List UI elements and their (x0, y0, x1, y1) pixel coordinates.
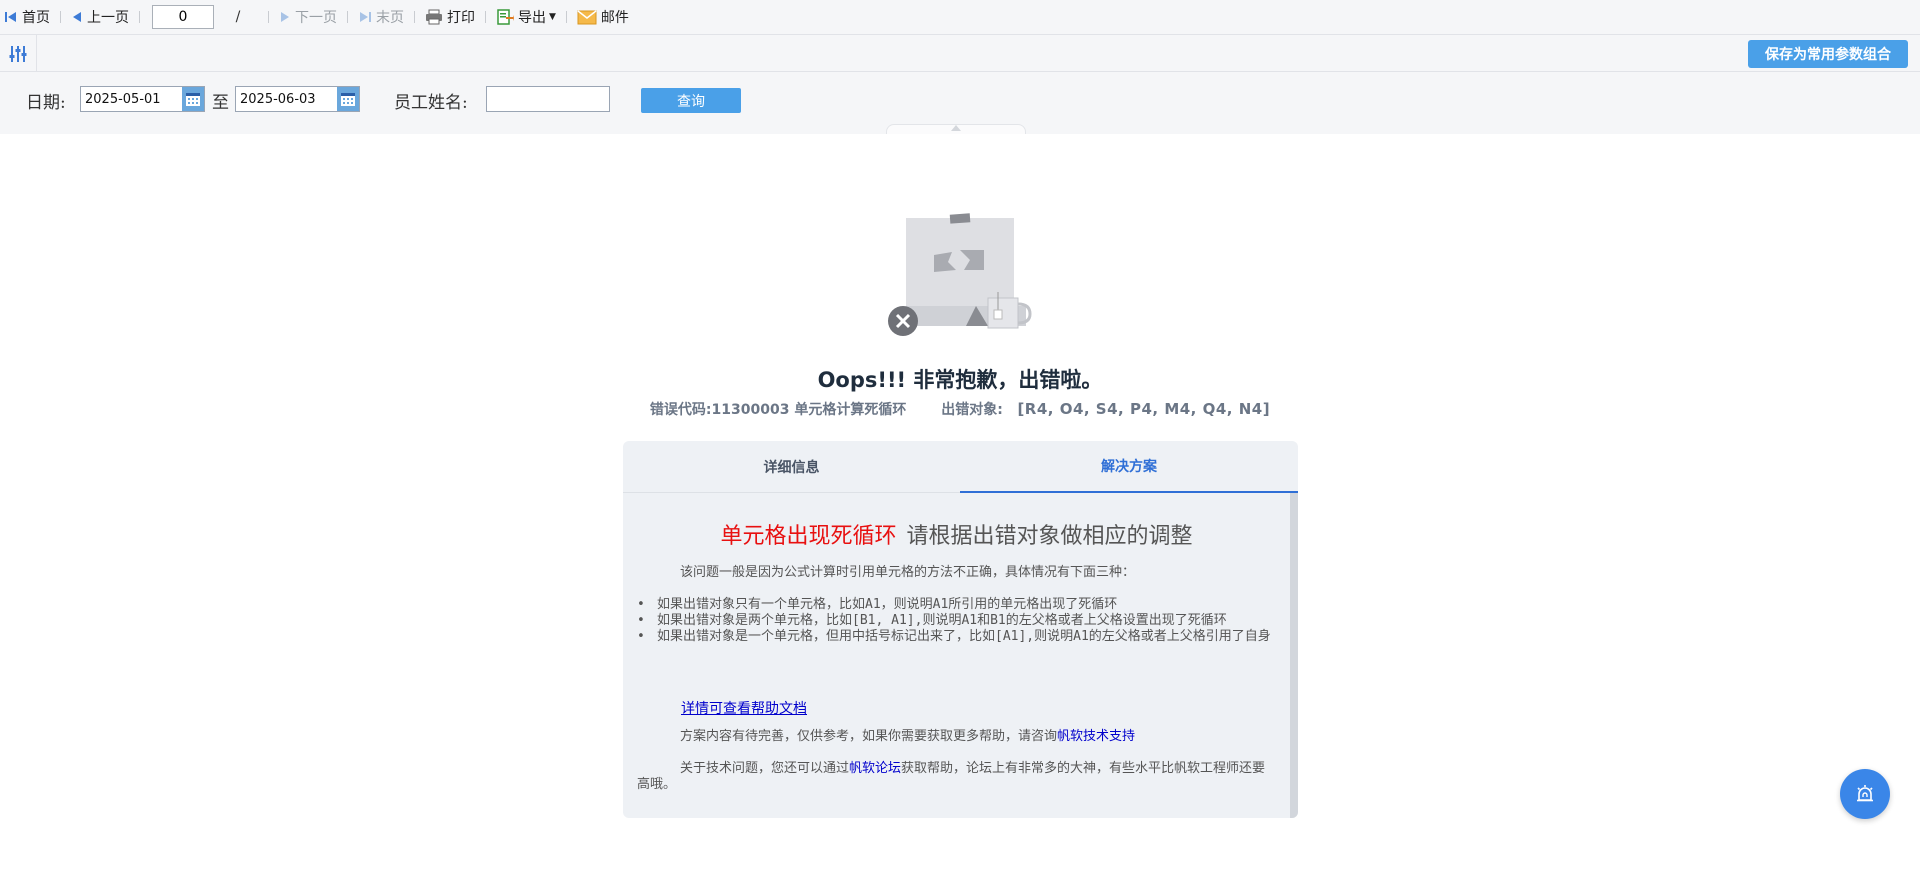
last-page-icon (360, 12, 371, 22)
support-text: 方案内容有待完善，仅供参考，如果你需要获取更多帮助，请咨询 (680, 729, 1058, 744)
employee-name-input[interactable] (486, 86, 610, 112)
floating-alarm-button[interactable] (1840, 769, 1890, 819)
page-total-separator: / (235, 9, 241, 25)
last-page-button[interactable]: 末页 (354, 0, 408, 35)
next-page-icon (281, 12, 289, 22)
solution-support-paragraph: 方案内容有待完善，仅供参考，如果你需要获取更多帮助，请咨询帆软技术支持 (637, 729, 1277, 745)
list-item: 如果出错对象是两个单元格，比如[B1, A1],则说明A1和B1的左父格或者上父… (637, 613, 1277, 629)
employee-name-label: 员工姓名: (394, 93, 468, 113)
error-details-line: 错误代码:11300003 单元格计算死循环 出错对象: [R4, O4, S4… (0, 399, 1920, 419)
parameter-row: 日期: 2025-05-01 至 2025-06-03 员工姓名: 查询 (0, 84, 1920, 114)
error-title: Oops!!! 非常抱歉，出错啦。 (817, 368, 1103, 392)
first-page-label: 首页 (22, 10, 50, 26)
mail-label: 邮件 (600, 10, 629, 26)
export-label: 导出 (518, 10, 546, 26)
date-label: 日期: (26, 93, 66, 113)
error-code: 错误代码:11300003 单元格计算死循环 (649, 402, 907, 418)
last-page-label: 末页 (376, 10, 404, 26)
solution-heading: 单元格出现死循环 请根据出错对象做相应的调整 (623, 518, 1290, 550)
solution-intro: 该问题一般是因为公式计算时引用单元格的方法不正确，具体情况有下面三种： (680, 565, 1136, 580)
solution-heading-gray: 请根据出错对象做相应的调整 (906, 524, 1193, 549)
tab-solution[interactable]: 解决方案 (960, 441, 1298, 493)
error-tabs: 详细信息 解决方案 (623, 441, 1298, 493)
solution-case-list: 如果出错对象只有一个单元格，比如A1，则说明A1所引用的单元格出现了死循环 如果… (637, 597, 1277, 645)
print-label: 打印 (447, 10, 475, 26)
toolbar-divider (565, 11, 567, 23)
list-item: 如果出错对象只有一个单元格，比如A1，则说明A1所引用的单元格出现了死循环 (637, 597, 1277, 613)
error-object-label: 出错对象: (941, 402, 1003, 418)
report-toolbar: 首页 上一页 / 下一页 末页 打印 导出 ▼ 邮件 (0, 0, 1920, 35)
export-button[interactable]: 导出 ▼ (492, 0, 560, 35)
date-to-value: 2025-06-03 (240, 91, 316, 107)
solution-scrollbar[interactable] (1290, 493, 1298, 818)
prev-page-icon (73, 12, 81, 22)
next-page-button[interactable]: 下一页 (275, 0, 341, 35)
alarm-icon (1857, 785, 1873, 802)
solution-forum-paragraph: 关于技术问题，您还可以通过帆软论坛获取帮助，论坛上有非常多的大神，有些水平比帆软… (637, 761, 1277, 793)
next-page-label: 下一页 (295, 10, 337, 26)
help-doc-link[interactable]: 详情可查看帮助文档 (681, 698, 807, 718)
filter-settings-icon (9, 45, 27, 62)
solution-heading-red: 单元格出现死循环 (720, 524, 897, 549)
first-page-icon (5, 12, 16, 22)
toolbar-divider (60, 11, 61, 23)
parameter-panel: 保存为常用参数组合 日期: 2025-05-01 至 2025-06-03 员工… (0, 35, 1920, 134)
prev-page-label: 上一页 (87, 10, 129, 26)
error-object-value: [R4, O4, S4, P4, M4, Q4, N4] (1017, 400, 1271, 418)
solution-content: 单元格出现死循环 请根据出错对象做相应的调整 该问题一般是因为公式计算时引用单元格… (623, 493, 1290, 818)
parameter-settings-button[interactable] (0, 35, 37, 72)
mail-button[interactable]: 邮件 (573, 0, 633, 35)
broken-image-icon (888, 213, 1032, 336)
query-button[interactable]: 查询 (641, 88, 741, 113)
first-page-button[interactable]: 首页 (0, 0, 54, 35)
collapse-parameter-panel-handle[interactable] (886, 124, 1026, 134)
forum-link[interactable]: 帆软论坛 (849, 761, 901, 776)
save-param-combo-button[interactable]: 保存为常用参数组合 (1748, 40, 1908, 68)
date-from-field[interactable]: 2025-05-01 (80, 86, 205, 112)
parameter-panel-header: 保存为常用参数组合 (0, 35, 1920, 72)
page-number-input[interactable] (152, 5, 214, 29)
chevron-down-icon: ▼ (549, 12, 556, 22)
calendar-icon[interactable] (337, 87, 359, 111)
tab-details[interactable]: 详细信息 (623, 441, 960, 493)
print-icon (426, 9, 442, 25)
date-to-field[interactable]: 2025-06-03 (235, 86, 360, 112)
date-range-to-label: 至 (212, 93, 229, 113)
calendar-icon[interactable] (182, 87, 204, 111)
toolbar-divider (414, 11, 415, 23)
date-from-value: 2025-05-01 (85, 91, 161, 107)
prev-page-button[interactable]: 上一页 (67, 0, 133, 35)
close-circle-icon (888, 306, 918, 336)
error-info-panel: 详细信息 解决方案 单元格出现死循环 请根据出错对象做相应的调整 该问题一般是因为… (623, 441, 1298, 818)
export-icon (497, 9, 514, 25)
toolbar-divider (268, 11, 269, 23)
mail-icon (577, 9, 597, 24)
toolbar-divider (139, 11, 140, 23)
toolbar-divider (347, 11, 348, 23)
toolbar-divider (485, 11, 486, 23)
forum-text-pre: 关于技术问题，您还可以通过 (680, 761, 850, 776)
list-item: 如果出错对象是一个单元格，但用中括号标记出来了，比如[A1],则说明A1的左父格… (637, 629, 1277, 645)
tech-support-link[interactable]: 帆软技术支持 (1057, 729, 1135, 744)
print-button[interactable]: 打印 (421, 0, 479, 35)
